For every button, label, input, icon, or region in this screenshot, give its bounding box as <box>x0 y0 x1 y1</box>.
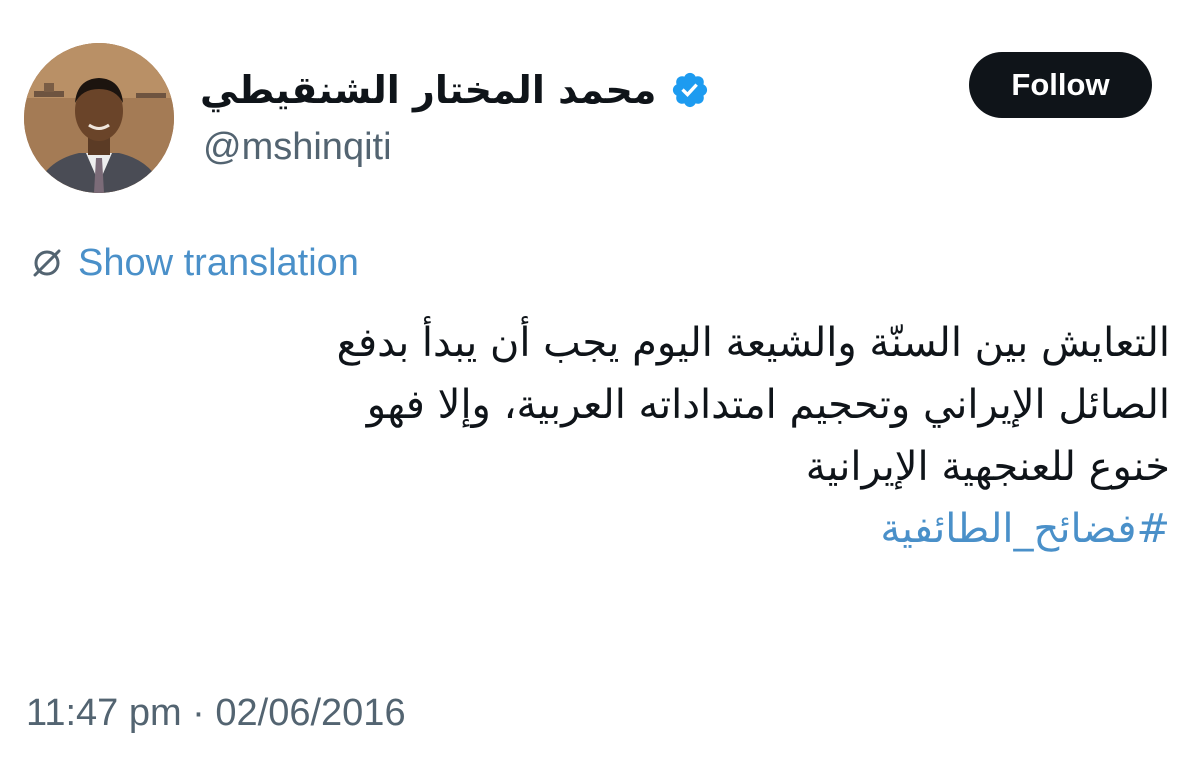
tweet-card: محمد المختار الشنقيطي @mshinqiti Follow … <box>0 0 1200 765</box>
tweet-text: التعايش بين السنّة والشيعة اليوم يجب أن … <box>20 312 1170 560</box>
author-handle[interactable]: @mshinqiti <box>203 126 392 169</box>
tweet-timestamp[interactable]: 11:47 pm · 02/06/2016 <box>26 692 406 735</box>
avatar-photo <box>24 43 174 193</box>
show-translation-link[interactable]: Show translation <box>78 242 359 285</box>
tweet-text-line: التعايش بين السنّة والشيعة اليوم يجب أن … <box>336 320 1170 366</box>
follow-button[interactable]: Follow <box>969 52 1152 118</box>
globe-strikethrough-icon <box>30 246 64 280</box>
verified-badge-icon <box>670 70 710 110</box>
tweet-text-line: خنوع للعنجهية الإيرانية <box>805 444 1170 490</box>
author-display-name[interactable]: محمد المختار الشنقيطي <box>200 68 656 112</box>
tweet-text-line: الصائل الإيراني وتحجيم امتداداته العربية… <box>366 382 1170 428</box>
hashtag-link[interactable]: #فضائح_الطائفية <box>20 498 1170 560</box>
avatar[interactable] <box>24 43 174 193</box>
show-translation-row[interactable]: Show translation <box>30 238 359 288</box>
author-name-row: محمد المختار الشنقيطي <box>200 62 710 118</box>
